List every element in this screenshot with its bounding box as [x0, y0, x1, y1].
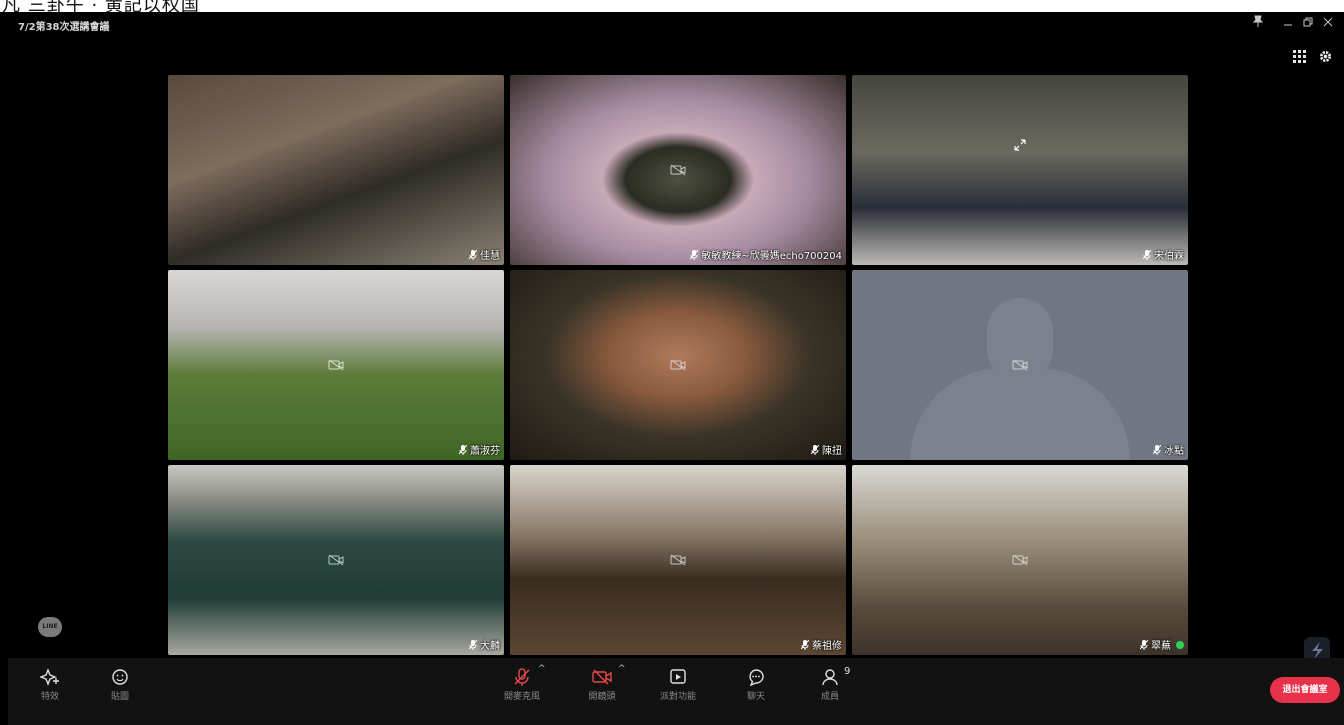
participant-name-tag: 大麟: [469, 637, 500, 652]
share-screen-icon: [670, 669, 686, 684]
participant-name-tag: 蔡祖修: [801, 637, 842, 652]
camera-label: 開鏡頭: [588, 692, 616, 702]
mic-options-chevron-icon[interactable]: ^: [538, 664, 546, 674]
video-tile[interactable]: 敏敏教練~欣曇媽echo700204: [510, 75, 846, 265]
sparkle-icon: [40, 668, 59, 686]
camera-off-icon: [670, 359, 686, 371]
participant-name: 冰點: [1164, 446, 1184, 457]
pin-icon[interactable]: [1250, 15, 1266, 31]
video-grid: 佳慧 敏敏教練~欣曇媽echo700204 宋伯霖 蕭淑芬 陳扭 冰點 大麟 蔡…: [168, 75, 1188, 655]
mic-muted-icon: [1143, 249, 1151, 260]
video-tile[interactable]: 蕭淑芬: [168, 270, 504, 460]
participant-name: 陳扭: [822, 446, 842, 457]
line-meeting-window: 7/2第38次選講會議 佳慧 敏敏教練~欣曇媽echo700204 宋伯霖 蕭淑…: [8, 12, 1344, 725]
participant-name-tag: 佳慧: [469, 247, 500, 262]
camera-off-icon: [670, 164, 686, 176]
person-icon: [822, 669, 838, 686]
leave-meeting-button[interactable]: 退出會議室: [1270, 677, 1340, 703]
participant-name-tag: 陳扭: [811, 442, 842, 457]
share-button[interactable]: 派對功能: [648, 668, 708, 702]
participant-name: 蕭淑芬: [470, 446, 500, 457]
video-tile[interactable]: 陳扭: [510, 270, 846, 460]
grid-icon[interactable]: [1290, 50, 1308, 68]
camera-off-icon: [328, 359, 344, 371]
minimize-icon[interactable]: [1280, 15, 1296, 31]
line-logo: LINE: [38, 617, 62, 637]
mic-muted-icon: [811, 444, 819, 455]
gear-icon[interactable]: [1316, 50, 1334, 68]
mic-muted-icon: [690, 249, 699, 260]
mic-muted-icon: [469, 639, 477, 650]
mic-muted-icon: [1153, 444, 1161, 455]
member-count: 9: [844, 666, 851, 677]
effects-label: 特效: [40, 692, 59, 702]
participant-name: 蔡祖修: [812, 641, 842, 652]
mic-muted-icon: [459, 444, 467, 455]
participant-name-tag: 蕭淑芬: [459, 442, 500, 457]
participant-name: 敏敏教練~欣曇媽echo700204: [701, 251, 842, 262]
effects-button[interactable]: 特效: [20, 668, 80, 702]
video-tile[interactable]: 冰點: [852, 270, 1188, 460]
chat-button[interactable]: 聊天: [726, 668, 786, 702]
video-tile[interactable]: 翠蕪: [852, 465, 1188, 655]
mic-muted-icon: [1140, 639, 1148, 650]
meeting-toolbar: 特效 貼圖 開麥克風 ^ 開鏡頭 ^ 派對功能 聊天 成員 9 退出會議室: [8, 658, 1344, 725]
video-tile[interactable]: 宋伯霖: [852, 75, 1188, 265]
share-label: 派對功能: [659, 692, 696, 702]
camera-off-icon: [670, 554, 686, 566]
chat-label: 聊天: [746, 692, 765, 702]
participant-name-tag: 敏敏教練~欣曇媽echo700204: [690, 247, 842, 262]
chat-icon: [749, 669, 764, 686]
camera-off-icon: [592, 669, 612, 685]
stickers-label: 貼圖: [110, 692, 129, 702]
camera-off-icon: [1012, 554, 1028, 566]
stickers-button[interactable]: 貼圖: [90, 668, 150, 702]
members-label: 成員: [820, 692, 839, 702]
mic-muted-icon: [801, 639, 809, 650]
close-icon[interactable]: [1320, 15, 1336, 31]
members-button[interactable]: 成員: [800, 668, 860, 702]
restore-icon[interactable]: [1300, 15, 1316, 31]
video-tile[interactable]: 蔡祖修: [510, 465, 846, 655]
speaking-indicator-icon: [1176, 640, 1184, 649]
video-tile[interactable]: 佳慧: [168, 75, 504, 265]
participant-name: 佳慧: [480, 251, 500, 262]
participant-name-tag: 翠蕪: [1140, 637, 1184, 652]
participant-name-tag: 宋伯霖: [1143, 247, 1184, 262]
camera-off-icon: [328, 554, 344, 566]
microphone-label: 開麥克風: [503, 692, 540, 702]
smiley-icon: [112, 669, 128, 685]
camera-options-chevron-icon[interactable]: ^: [618, 664, 626, 674]
window-title: 7/2第38次選講會議: [18, 22, 110, 33]
avatar-placeholder-body: [910, 368, 1130, 460]
participant-name: 大麟: [480, 641, 500, 652]
page-header-fragment: 凡 三卦午 · 黄記以权国: [0, 0, 1344, 12]
mic-off-icon: [514, 668, 530, 686]
expand-icon[interactable]: [1013, 138, 1027, 152]
mic-muted-icon: [469, 249, 477, 260]
camera-off-icon: [1012, 359, 1028, 371]
participant-name: 宋伯霖: [1154, 251, 1184, 262]
participant-name-tag: 冰點: [1153, 442, 1184, 457]
video-tile[interactable]: 大麟: [168, 465, 504, 655]
participant-name: 翠蕪: [1151, 641, 1171, 652]
